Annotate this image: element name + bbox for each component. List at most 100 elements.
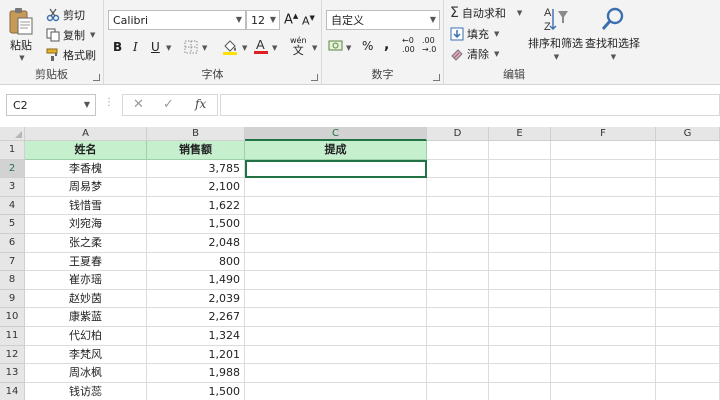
number-launcher-icon[interactable] bbox=[433, 74, 440, 81]
cell-d13[interactable] bbox=[427, 364, 489, 383]
formula-bar-grip-icon[interactable]: ⋮ bbox=[104, 97, 114, 108]
font-color-dropdown-icon[interactable]: ▼ bbox=[272, 44, 277, 52]
cell-e8[interactable] bbox=[489, 271, 551, 290]
accounting-format-button[interactable] bbox=[328, 38, 344, 57]
font-color-button[interactable]: A bbox=[254, 37, 268, 58]
column-header-g[interactable]: G bbox=[656, 127, 720, 141]
cell-e9[interactable] bbox=[489, 289, 551, 309]
increase-decimal-button[interactable]: ←0 .00 bbox=[402, 36, 415, 54]
insert-function-icon[interactable]: fx bbox=[195, 97, 206, 111]
sort-filter-button[interactable]: AZ 排序和筛选 ▼ bbox=[528, 5, 583, 61]
phonetic-dropdown-icon[interactable]: ▼ bbox=[312, 44, 317, 52]
cell-d14[interactable] bbox=[427, 382, 489, 400]
cell-f4[interactable] bbox=[551, 196, 656, 216]
cell-b9[interactable]: 2,039 bbox=[147, 289, 245, 309]
cell-a1[interactable]: 姓名 bbox=[25, 141, 147, 160]
number-format-select[interactable]: 自定义 ▼ bbox=[326, 10, 440, 30]
cell-d4[interactable] bbox=[427, 196, 489, 216]
cell-e5[interactable] bbox=[489, 215, 551, 234]
cell-b12[interactable]: 1,201 bbox=[147, 345, 245, 365]
cell-b5[interactable]: 1,500 bbox=[147, 215, 245, 234]
find-select-button[interactable]: 查找和选择 ▼ bbox=[585, 5, 640, 61]
fill-color-button[interactable] bbox=[222, 38, 238, 59]
autosum-dropdown-icon[interactable]: ▼ bbox=[517, 9, 522, 17]
cell-a14[interactable]: 钱访蕊 bbox=[25, 382, 147, 400]
cell-d9[interactable] bbox=[427, 289, 489, 309]
phonetic-button[interactable]: wén 文 bbox=[290, 36, 307, 56]
cell-g3[interactable] bbox=[656, 178, 720, 197]
cell-a7[interactable]: 王夏春 bbox=[25, 252, 147, 272]
cell-f13[interactable] bbox=[551, 364, 656, 383]
cell-d5[interactable] bbox=[427, 215, 489, 234]
cell-d3[interactable] bbox=[427, 178, 489, 197]
row-header-2[interactable]: 2 bbox=[0, 159, 25, 179]
percent-button[interactable]: % bbox=[362, 39, 373, 53]
cell-g5[interactable] bbox=[656, 215, 720, 234]
row-header-9[interactable]: 9 bbox=[0, 289, 25, 309]
cell-e4[interactable] bbox=[489, 196, 551, 216]
cell-d1[interactable] bbox=[427, 141, 489, 160]
cell-f11[interactable] bbox=[551, 327, 656, 346]
cell-a12[interactable]: 李梵风 bbox=[25, 345, 147, 365]
cell-b10[interactable]: 2,267 bbox=[147, 308, 245, 327]
cell-a9[interactable]: 赵妙茵 bbox=[25, 289, 147, 309]
cell-f8[interactable] bbox=[551, 271, 656, 290]
cell-e6[interactable] bbox=[489, 234, 551, 253]
italic-button[interactable]: I bbox=[133, 40, 138, 54]
cut-button[interactable]: 剪切 bbox=[46, 7, 85, 23]
fill-button[interactable]: 填充 ▼ bbox=[450, 26, 499, 42]
borders-button[interactable] bbox=[184, 40, 198, 57]
bold-button[interactable]: B bbox=[113, 40, 122, 54]
cell-e10[interactable] bbox=[489, 308, 551, 327]
cell-e14[interactable] bbox=[489, 382, 551, 400]
cell-f2[interactable] bbox=[551, 159, 656, 179]
cell-a2[interactable]: 李香槐 bbox=[25, 159, 147, 179]
cell-g6[interactable] bbox=[656, 234, 720, 253]
comma-button[interactable]: , bbox=[384, 37, 389, 53]
decrease-decimal-button[interactable]: .00 →.0 bbox=[422, 36, 436, 54]
column-header-b[interactable]: B bbox=[147, 127, 245, 141]
cell-b1[interactable]: 销售额 bbox=[147, 141, 245, 160]
row-header-8[interactable]: 8 bbox=[0, 271, 25, 290]
cell-d6[interactable] bbox=[427, 234, 489, 253]
cell-c14[interactable] bbox=[245, 382, 427, 400]
cell-c7[interactable] bbox=[245, 252, 427, 272]
underline-dropdown-icon[interactable]: ▼ bbox=[166, 44, 171, 52]
autosum-button[interactable]: Σ 自动求和 ▼ bbox=[450, 5, 522, 21]
cell-e1[interactable] bbox=[489, 141, 551, 160]
font-launcher-icon[interactable] bbox=[311, 74, 318, 81]
cell-d7[interactable] bbox=[427, 252, 489, 272]
cell-c10[interactable] bbox=[245, 308, 427, 327]
cell-f9[interactable] bbox=[551, 289, 656, 309]
cell-f12[interactable] bbox=[551, 345, 656, 365]
copy-button[interactable]: 复制 ▼ bbox=[46, 27, 95, 43]
borders-dropdown-icon[interactable]: ▼ bbox=[202, 44, 207, 52]
row-header-10[interactable]: 10 bbox=[0, 308, 25, 327]
grow-font-button[interactable]: A▲ bbox=[284, 12, 298, 27]
cell-g2[interactable] bbox=[656, 159, 720, 179]
cell-f5[interactable] bbox=[551, 215, 656, 234]
paste-dropdown-icon[interactable]: ▼ bbox=[19, 54, 24, 62]
cell-g12[interactable] bbox=[656, 345, 720, 365]
cell-a6[interactable]: 张之柔 bbox=[25, 234, 147, 253]
row-header-6[interactable]: 6 bbox=[0, 234, 25, 253]
cell-e13[interactable] bbox=[489, 364, 551, 383]
cell-e12[interactable] bbox=[489, 345, 551, 365]
cell-c1[interactable]: 提成 bbox=[245, 141, 427, 160]
cell-a11[interactable]: 代幻柏 bbox=[25, 327, 147, 346]
cell-g11[interactable] bbox=[656, 327, 720, 346]
cell-f3[interactable] bbox=[551, 178, 656, 197]
cell-b8[interactable]: 1,490 bbox=[147, 271, 245, 290]
row-header-1[interactable]: 1 bbox=[0, 141, 25, 160]
formula-input[interactable] bbox=[220, 94, 720, 116]
row-header-5[interactable]: 5 bbox=[0, 215, 25, 234]
row-header-13[interactable]: 13 bbox=[0, 364, 25, 383]
cell-f7[interactable] bbox=[551, 252, 656, 272]
cell-e3[interactable] bbox=[489, 178, 551, 197]
cell-g1[interactable] bbox=[656, 141, 720, 160]
cell-c2[interactable] bbox=[245, 159, 427, 179]
cell-f10[interactable] bbox=[551, 308, 656, 327]
row-header-11[interactable]: 11 bbox=[0, 327, 25, 346]
accounting-dropdown-icon[interactable]: ▼ bbox=[346, 44, 351, 52]
cell-e11[interactable] bbox=[489, 327, 551, 346]
